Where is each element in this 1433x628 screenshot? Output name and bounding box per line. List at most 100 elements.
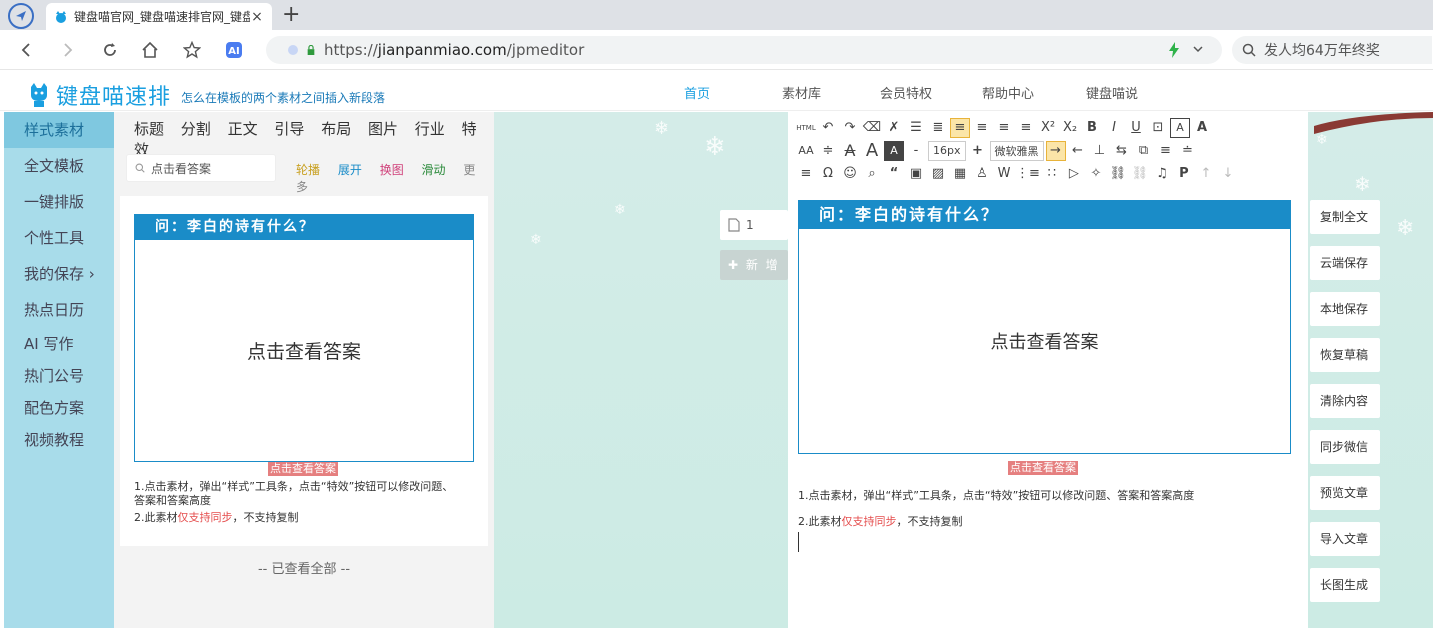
quote-icon[interactable]: “ (884, 164, 904, 184)
paragraph-format-icon[interactable]: ⊥ (1090, 141, 1110, 161)
nav-membership[interactable]: 会员特权 (880, 83, 932, 102)
letter-spacing-icon[interactable]: AA (796, 141, 816, 161)
undo-icon[interactable]: ↶ (818, 118, 838, 138)
list-spacing-icon[interactable]: ≡ (1156, 141, 1176, 161)
nav-blog[interactable]: 键盘喵说 (1086, 83, 1138, 102)
editor-question-box[interactable]: 问：李白的诗有什么？ 点击查看答案 (798, 200, 1291, 454)
font-color-icon[interactable]: A (862, 140, 882, 161)
video-icon[interactable]: ▷ (1064, 164, 1084, 184)
search-replace-icon[interactable]: ⌕ (862, 164, 882, 184)
sidebar-item-my-saves[interactable]: 我的保存 › (4, 256, 114, 292)
copy-all-button[interactable]: 复制全文 (1310, 200, 1380, 234)
tab-close-icon[interactable]: × (250, 9, 264, 25)
sidebar-item-hot-accounts[interactable]: 热门公号 (4, 360, 114, 392)
stamp-icon[interactable]: ♙ (972, 164, 992, 184)
music-icon[interactable]: ♫ (1152, 164, 1172, 184)
browser-tab[interactable]: 键盘喵官网_键盘喵速排官网_键盘 × (46, 3, 272, 30)
back-icon[interactable] (14, 38, 38, 62)
redo-icon[interactable]: ↷ (840, 118, 860, 138)
sidebar-item-video-tutorials[interactable]: 视频教程 (4, 424, 114, 456)
wrap-icon[interactable]: ⇆ (1112, 141, 1132, 161)
tab-body-text[interactable]: 正文 (228, 120, 258, 138)
long-image-button[interactable]: 长图生成 (1310, 568, 1380, 602)
import-article-button[interactable]: 导入文章 (1310, 522, 1380, 556)
word-import-icon[interactable]: W (994, 164, 1014, 184)
material-search-input[interactable]: 点击看答案 (126, 154, 276, 182)
copy-format-icon[interactable]: ⧉ (1134, 141, 1154, 161)
page-count-badge[interactable]: 1 (720, 210, 788, 240)
bold-icon[interactable]: B (1082, 118, 1102, 138)
filter-carousel[interactable]: 轮播 (296, 163, 320, 177)
format-clear-icon[interactable]: ✗ (884, 118, 904, 138)
site-info-icon[interactable] (288, 45, 298, 55)
table-icon[interactable]: ▦ (950, 164, 970, 184)
align-right-icon[interactable]: ≡ (994, 118, 1014, 138)
filter-slide[interactable]: 滑动 (422, 163, 446, 177)
home-icon[interactable] (138, 38, 162, 62)
sidebar-item-hot-calendar[interactable]: 热点日历 (4, 292, 114, 328)
chevron-down-icon[interactable] (1192, 41, 1204, 57)
align-center-icon[interactable]: ≡ (972, 118, 992, 138)
lightning-icon[interactable] (1168, 42, 1180, 58)
divider-line-icon[interactable]: ≑ (818, 141, 838, 161)
increase-font-button[interactable]: + (968, 141, 988, 161)
align-justify-icon[interactable]: ≡ (1016, 118, 1036, 138)
sync-wechat-button[interactable]: 同步微信 (1310, 430, 1380, 464)
unordered-list-icon[interactable]: ∷ (1042, 164, 1062, 184)
italic-icon[interactable]: I (1104, 118, 1124, 138)
reveal-answer-tag[interactable]: 点击查看答案 (268, 462, 338, 476)
background-pattern-icon[interactable]: ▨ (928, 164, 948, 184)
editor-reveal-answer-tag[interactable]: 点击查看答案 (1008, 461, 1078, 475)
tab-guide[interactable]: 引导 (274, 120, 304, 138)
omega-icon[interactable]: Ω (818, 164, 838, 184)
filter-swap-image[interactable]: 换图 (380, 163, 404, 177)
paragraph-spacing-icon[interactable]: ≐ (1178, 141, 1198, 161)
browser-search-input[interactable]: 发人均64万年终奖 (1232, 36, 1432, 64)
ai-extension-icon[interactable]: AI (222, 38, 246, 62)
sidebar-item-color-schemes[interactable]: 配色方案 (4, 392, 114, 424)
add-page-button[interactable]: ✚ 新 增 (720, 250, 788, 280)
emoji-icon[interactable]: ☺ (840, 164, 860, 184)
tab-images[interactable]: 图片 (368, 120, 398, 138)
tab-title[interactable]: 标题 (134, 120, 164, 138)
sidebar-item-full-templates[interactable]: 全文模板 (4, 148, 114, 184)
ordered-list-icon[interactable]: ⋮≡ (1016, 164, 1040, 184)
site-logo[interactable]: 键盘喵速排 怎么在模板的两个素材之间插入新段落 (28, 79, 385, 111)
new-tab-button[interactable]: + (282, 2, 300, 27)
reload-icon[interactable] (98, 38, 122, 62)
insert-above-icon[interactable]: ↑ (1196, 164, 1216, 184)
nav-material-library[interactable]: 素材库 (782, 83, 821, 102)
sidebar-item-personal-tools[interactable]: 个性工具 (4, 220, 114, 256)
decrease-font-button[interactable]: - (906, 141, 926, 161)
sidebar-item-one-click-layout[interactable]: 一键排版 (4, 184, 114, 220)
tab-industry[interactable]: 行业 (415, 120, 445, 138)
font-size-field[interactable]: 16px (928, 140, 966, 161)
filter-expand[interactable]: 展开 (338, 163, 362, 177)
row-spacing-icon[interactable]: ≡ (796, 164, 816, 184)
link-icon[interactable]: ⛓ (1108, 164, 1128, 184)
local-save-button[interactable]: 本地保存 (1310, 292, 1380, 326)
underline-icon[interactable]: U (1126, 118, 1146, 138)
restore-draft-button[interactable]: 恢复草稿 (1310, 338, 1380, 372)
sidebar-item-ai-writing[interactable]: AI 写作 (4, 328, 114, 360)
bookmark-star-icon[interactable] (180, 38, 204, 62)
article-editor[interactable]: HTML ↶ ↷ ⌫ ✗ ☰ ≣ ≡ ≡ ≡ ≡ X² X₂ B I U ⊡ A… (788, 112, 1308, 628)
superscript-icon[interactable]: X² (1038, 118, 1058, 138)
image-icon[interactable]: ▣ (906, 164, 926, 184)
navigation-icon[interactable] (8, 3, 34, 29)
indent-right-icon[interactable]: → (1045, 140, 1066, 161)
subscript-icon[interactable]: X₂ (1060, 118, 1080, 138)
preview-article-button[interactable]: 预览文章 (1310, 476, 1380, 510)
cloud-save-button[interactable]: 云端保存 (1310, 246, 1380, 280)
eraser-icon[interactable]: ⌫ (862, 118, 882, 138)
tab-divider[interactable]: 分割 (181, 120, 211, 138)
strikethrough-icon[interactable]: A (840, 141, 860, 161)
font-family-select[interactable]: 微软雅黑 (989, 140, 1044, 161)
indent-icon[interactable]: ☰ (906, 118, 926, 138)
material-card[interactable]: 问：李白的诗有什么？ 点击查看答案 点击查看答案 1.点击素材，弹出“样式”工具… (120, 196, 488, 546)
paragraph-icon[interactable]: P (1174, 164, 1194, 184)
tab-layout[interactable]: 布局 (321, 120, 351, 138)
unlink-icon[interactable]: ⛓ (1130, 164, 1150, 184)
format-painter-icon[interactable]: ⊡ (1148, 118, 1168, 138)
magic-wand-icon[interactable]: ✧ (1086, 164, 1106, 184)
